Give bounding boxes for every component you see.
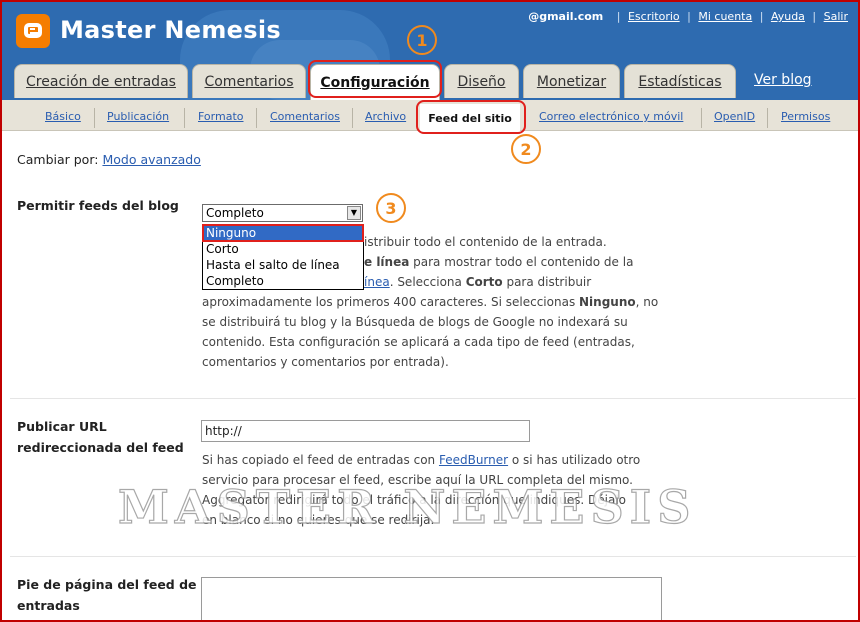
subtab-formatting[interactable]: Formato	[198, 110, 244, 123]
tab-comments[interactable]: Comentarios	[192, 64, 306, 98]
watermark-text: MASTER NEMESIS	[117, 479, 697, 534]
tab-design[interactable]: Diseño	[444, 64, 519, 98]
post-feed-footer-textarea[interactable]	[201, 577, 662, 622]
dropdown-arrow-icon[interactable]: ▼	[347, 206, 361, 220]
option-full[interactable]: Completo	[203, 273, 363, 289]
subtab-archiving[interactable]: Archivo	[365, 110, 406, 123]
blog-title[interactable]: Master Nemesis	[60, 16, 281, 44]
annotation-2: 2	[511, 134, 541, 164]
redirect-url-label: Publicar URL redireccionada del feed	[17, 419, 184, 455]
view-blog-link[interactable]: Ver blog	[754, 72, 812, 88]
account-links: @gmail.com | Escritorio | Mi cuenta | Ay…	[528, 10, 848, 23]
subtab-comments[interactable]: Comentarios	[270, 110, 340, 123]
annotation-1: 1	[407, 25, 437, 55]
option-until-jump[interactable]: Hasta el salto de línea	[203, 257, 363, 273]
tab-monetize[interactable]: Monetizar	[523, 64, 620, 98]
tab-posting[interactable]: Creación de entradas	[14, 64, 188, 98]
option-short[interactable]: Corto	[203, 241, 363, 257]
account-email: @gmail.com	[528, 10, 604, 23]
feed-type-dropdown: Ninguno Corto Hasta el salto de línea Co…	[202, 224, 364, 290]
highlight-settings-tab	[308, 60, 442, 98]
tab-stats[interactable]: Estadísticas	[624, 64, 736, 98]
option-none[interactable]: Ninguno	[202, 224, 364, 242]
annotation-3: 3	[376, 193, 406, 223]
section-divider	[10, 556, 856, 557]
my-account-link[interactable]: Mi cuenta	[698, 10, 752, 23]
subtab-publishing[interactable]: Publicación	[107, 110, 169, 123]
feedburner-link[interactable]: FeedBurner	[439, 453, 508, 467]
blogger-logo-icon[interactable]	[16, 14, 50, 48]
sign-out-link[interactable]: Salir	[824, 10, 848, 23]
subtab-permissions[interactable]: Permisos	[781, 110, 830, 123]
highlight-site-feed	[416, 100, 526, 134]
dashboard-link[interactable]: Escritorio	[628, 10, 680, 23]
mode-label: Cambiar por:	[17, 152, 99, 167]
advanced-mode-link[interactable]: Modo avanzado	[102, 152, 200, 167]
post-feed-footer-label: Pie de página del feed de entradas	[17, 577, 197, 613]
mode-switch: Cambiar por: Modo avanzado	[17, 152, 201, 167]
redirect-url-input[interactable]: http://	[201, 420, 530, 442]
subtab-basic[interactable]: Básico	[45, 110, 81, 123]
jump-break-link[interactable]: ínea	[364, 275, 390, 289]
section-divider	[10, 398, 856, 399]
feed-type-select[interactable]: Completo ▼	[202, 204, 363, 222]
subtab-openid[interactable]: OpenID	[714, 110, 755, 123]
feed-type-selected: Completo	[206, 206, 264, 220]
allow-feeds-label: Permitir feeds del blog	[17, 198, 179, 213]
subtab-email-mobile[interactable]: Correo electrónico y móvil	[539, 110, 683, 123]
help-link[interactable]: Ayuda	[771, 10, 805, 23]
